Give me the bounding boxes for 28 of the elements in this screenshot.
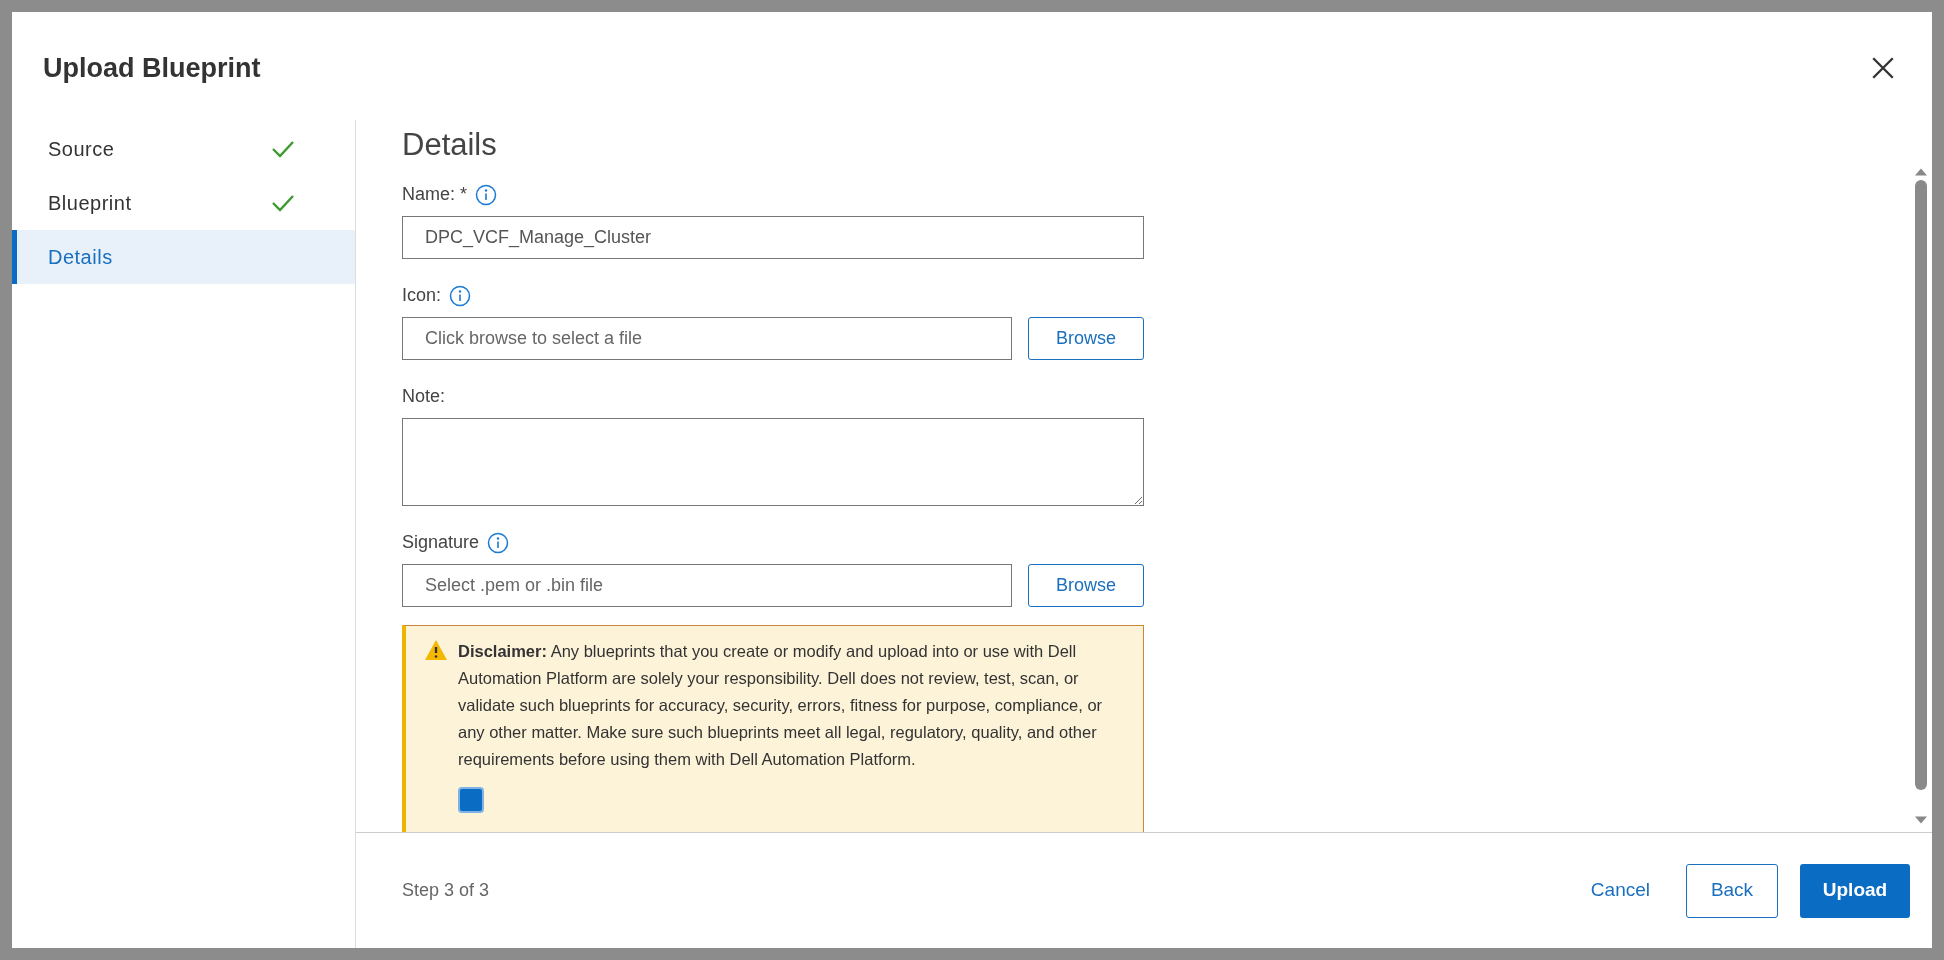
field-label: Signature bbox=[402, 531, 480, 554]
name-input-field[interactable]: DPC_VCF_Manage_Cluster bbox=[402, 215, 1144, 259]
file-input-field[interactable]: Click browse to select a file bbox=[402, 316, 1012, 360]
scroll-down-arrow-icon[interactable] bbox=[1915, 816, 1927, 824]
browse-button[interactable]: Browse bbox=[1028, 563, 1144, 607]
browse-button[interactable]: Browse bbox=[1028, 316, 1144, 360]
field-label: Icon: bbox=[402, 284, 442, 307]
info-icon[interactable] bbox=[475, 183, 498, 206]
cancel-button[interactable]: Cancel bbox=[1576, 863, 1664, 918]
step-item[interactable]: Blueprint bbox=[12, 176, 355, 230]
upload-button[interactable]: Upload bbox=[1800, 863, 1910, 918]
back-button[interactable]: Back bbox=[1686, 863, 1778, 918]
step-counter: Step 3 of 3 bbox=[402, 879, 490, 902]
file-input-field[interactable]: Select .pem or .bin file bbox=[402, 563, 1012, 607]
info-icon[interactable] bbox=[487, 531, 510, 554]
note-text-area[interactable] bbox=[402, 417, 1144, 506]
scroll-up-arrow-icon[interactable] bbox=[1915, 168, 1927, 176]
field-label: Name: * bbox=[402, 183, 468, 206]
disclaimer-text: Disclaimer: Any blueprints that you create or modify and upload into or use with Dell Automation Platform are solely your responsibility. Dell does not review, test, scan, or validate such blueprints for accuracy, security, errors, fitness for purpose, compliance, or any other matter. Make sure such blueprints meet all legal, regulatory, quality, and other requirements before using them with Dell Automation Platform. bbox=[458, 640, 1103, 770]
step-item[interactable]: Source bbox=[12, 122, 355, 176]
step-item[interactable]: Details bbox=[12, 230, 355, 284]
info-icon[interactable] bbox=[449, 284, 472, 307]
section-heading: Details bbox=[402, 126, 497, 164]
dialog-title: Upload Blueprint bbox=[43, 51, 261, 85]
warning-icon bbox=[424, 638, 448, 661]
field-label: Note: bbox=[402, 385, 446, 408]
checkbox[interactable] bbox=[458, 786, 484, 813]
close-icon[interactable] bbox=[1870, 55, 1896, 81]
